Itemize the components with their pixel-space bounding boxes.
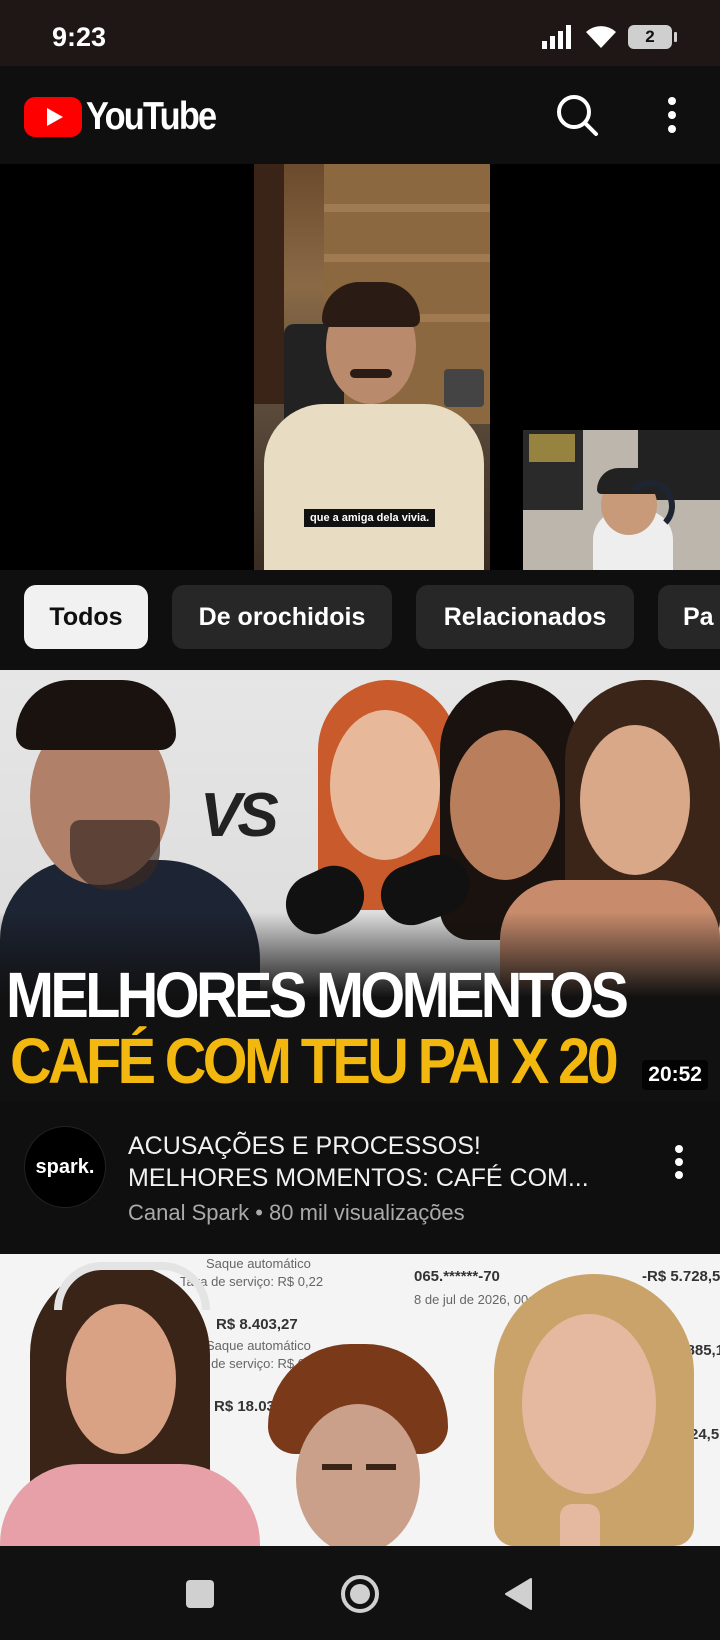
main-video-frame: que a amiga dela vivia.: [254, 164, 490, 570]
status-icons: 2: [542, 24, 677, 50]
thumbnail-title-line2: CAFÉ COM TEU PAI X 20: [10, 1025, 619, 1097]
video-title[interactable]: ACUSAÇÕES E PROCESSOS! MELHORES MOMENTOS…: [128, 1130, 608, 1194]
thumb2-amount: -R$ 5.728,5: [642, 1268, 720, 1285]
video-player[interactable]: que a amiga dela vivia.: [0, 164, 720, 570]
thumb2-amount: R$ 18.03: [214, 1398, 275, 1415]
more-vert-icon: [675, 1145, 683, 1179]
signal-icon: [542, 25, 571, 49]
app-bar: YouTube: [0, 66, 720, 164]
video-thumbnail-2[interactable]: Saque automático Taxa de serviço: R$ 0,2…: [0, 1254, 720, 1546]
pip-video-frame: [523, 430, 720, 570]
video-thumbnail[interactable]: VS MELHORES MOMENTOS CAFÉ COM TEU PAI X …: [0, 670, 720, 1102]
battery-level: 2: [645, 27, 655, 46]
recents-button[interactable]: [176, 1570, 224, 1618]
chip-partial[interactable]: Pa: [658, 585, 720, 649]
wifi-icon: [586, 26, 616, 48]
youtube-play-icon: [24, 97, 82, 137]
thumbnail-title-line1: MELHORES MOMENTOS: [6, 959, 629, 1031]
back-button[interactable]: [494, 1570, 542, 1618]
back-triangle-icon: [505, 1578, 532, 1610]
circle-icon: [341, 1575, 379, 1613]
chip-label: Pa: [683, 602, 714, 631]
chip-todos[interactable]: Todos: [24, 585, 148, 649]
chip-label: De orochidois: [198, 602, 366, 631]
home-button[interactable]: [336, 1570, 384, 1618]
chip-relacionados[interactable]: Relacionados: [416, 585, 634, 649]
video-menu-button[interactable]: [664, 1142, 694, 1182]
separator-dot: •: [255, 1200, 270, 1225]
system-nav-bar: [0, 1546, 720, 1640]
video-duration: 20:52: [642, 1060, 708, 1090]
video-caption: que a amiga dela vivia.: [304, 509, 436, 527]
chip-label: Relacionados: [443, 602, 607, 631]
thumb2-amount: 065.******-70: [414, 1268, 500, 1285]
square-icon: [186, 1580, 214, 1608]
search-button[interactable]: [552, 90, 602, 140]
status-time: 9:23: [52, 22, 107, 52]
filter-chips: Todos De orochidois Relacionados Pa: [0, 570, 720, 670]
thumbnail-vs: VS: [200, 781, 279, 850]
channel-name[interactable]: Canal Spark: [128, 1200, 249, 1225]
battery-icon: 2: [628, 25, 677, 49]
thumb2-label: Saque automático: [206, 1256, 311, 1271]
thumb2-amount: 24,5: [690, 1426, 720, 1443]
youtube-logo[interactable]: YouTube: [24, 95, 233, 139]
status-bar: 9:23 2: [0, 0, 720, 66]
video-info[interactable]: spark. ACUSAÇÕES E PROCESSOS! MELHORES M…: [0, 1102, 720, 1254]
video-title-line2: MELHORES MOMENTOS: CAFÉ COM...: [128, 1164, 589, 1192]
view-count: 80 mil visualizações: [269, 1200, 465, 1225]
video-title-line1: ACUSAÇÕES E PROCESSOS!: [128, 1132, 481, 1160]
logo-text: YouTube: [86, 95, 217, 138]
chip-de-orochidois[interactable]: De orochidois: [172, 585, 392, 649]
channel-avatar-text: spark.: [35, 1155, 95, 1178]
thumb2-label: Saque automático: [206, 1338, 311, 1353]
more-options-button[interactable]: [647, 90, 697, 140]
chip-label: Todos: [49, 602, 123, 631]
search-icon: [557, 95, 598, 136]
channel-avatar[interactable]: spark.: [24, 1126, 106, 1208]
more-vert-icon: [668, 97, 676, 133]
video-subtitle: Canal Spark • 80 mil visualizações: [128, 1200, 465, 1226]
thumb2-amount: R$ 8.403,27: [216, 1316, 298, 1333]
